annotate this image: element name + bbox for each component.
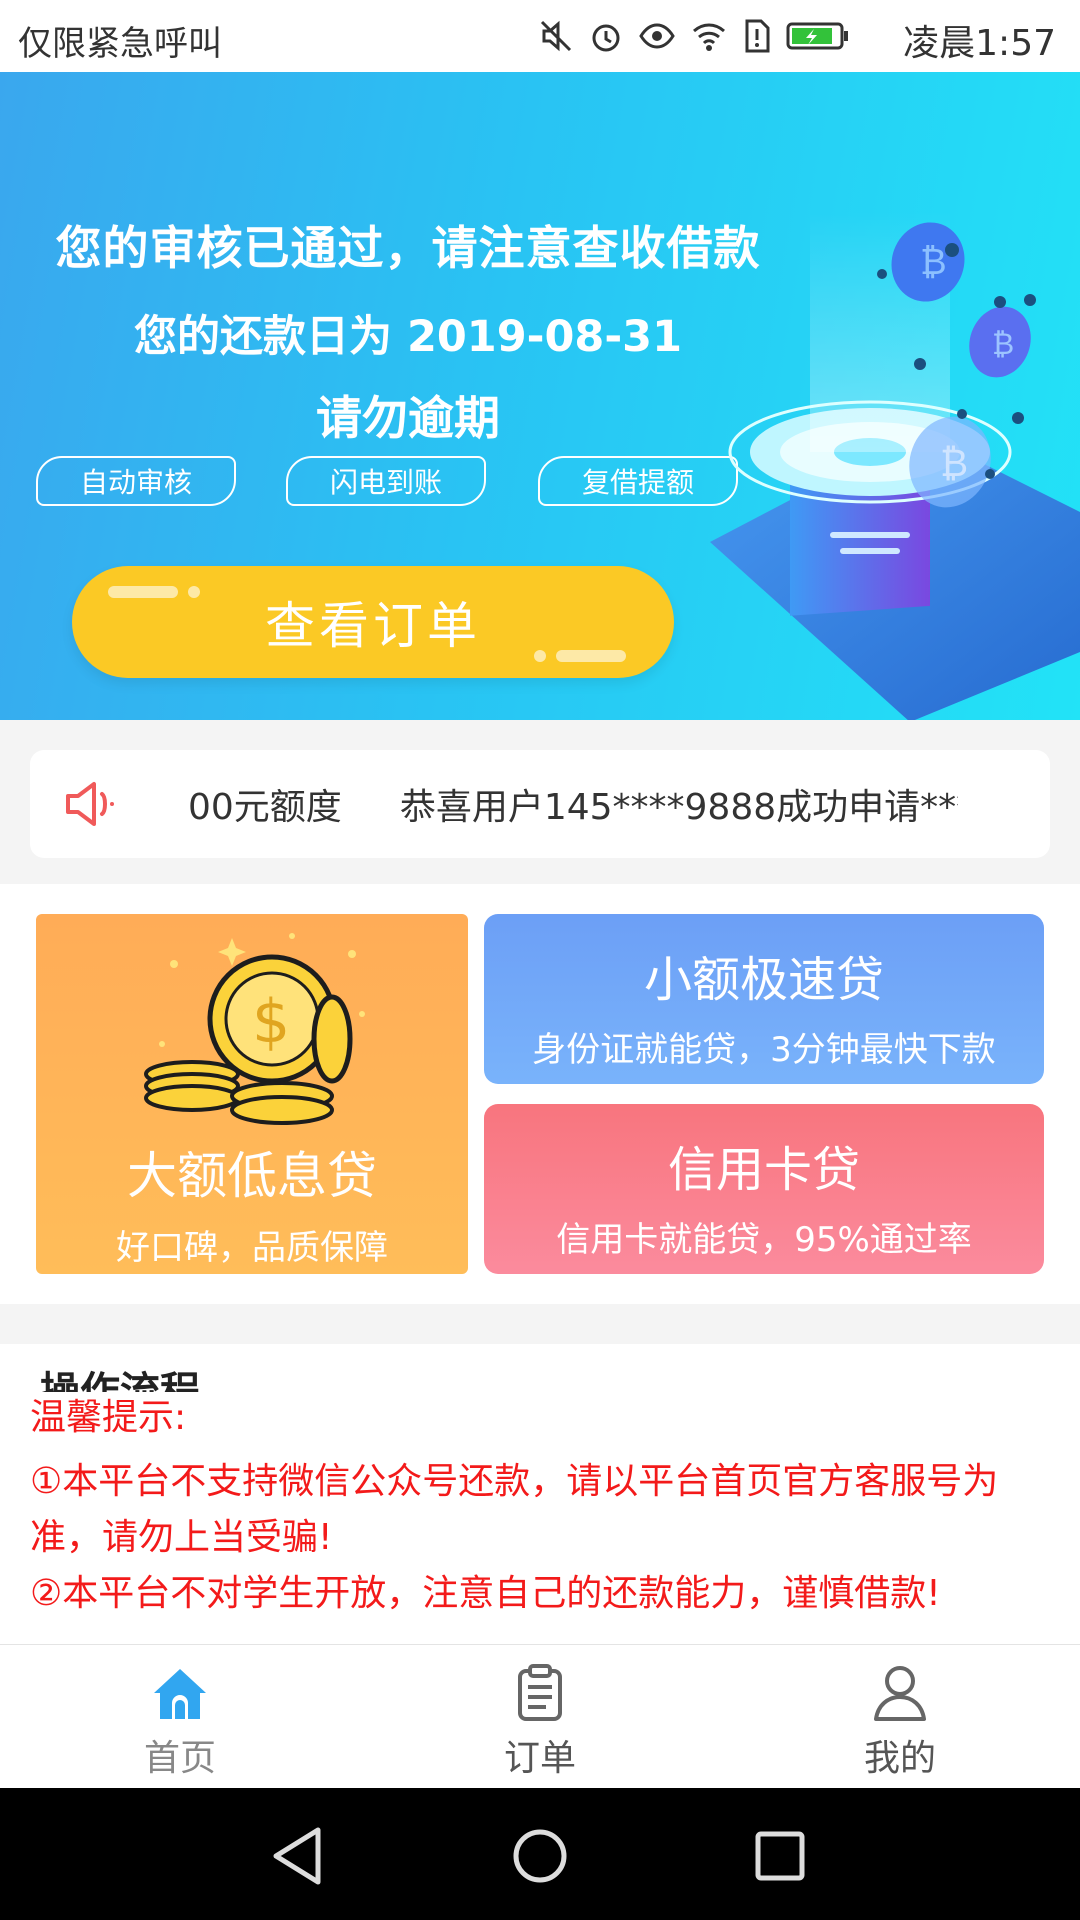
card-subtitle: 好口碑，品质保障 bbox=[116, 1228, 388, 1268]
tab-label: 首页 bbox=[143, 1738, 216, 1779]
eye-icon bbox=[639, 23, 675, 49]
small-fast-loan-card[interactable]: 小额极速贷 身份证就能贷，3分钟最快下款 bbox=[484, 914, 1044, 1084]
tab-mine[interactable]: 我的 bbox=[720, 1645, 1080, 1789]
process-heading: 操作流程 bbox=[40, 1369, 200, 1392]
card-title: 大额低息贷 bbox=[127, 1147, 377, 1205]
card-subtitle: 身份证就能贷，3分钟最快下款 bbox=[532, 1030, 996, 1070]
status-bar: 仅限紧急呼叫 凌晨1:57 bbox=[0, 0, 1080, 72]
loan-products: $ 大额低息贷 好口碑，品质保障 小额极速贷 身份证就能贷，3分钟最快下款 信用… bbox=[0, 884, 1080, 1304]
approval-message: 您的审核已通过，请注意查收借款 bbox=[55, 221, 761, 275]
recents-icon[interactable] bbox=[744, 1820, 816, 1892]
home-icon bbox=[154, 1669, 206, 1719]
alarm-icon bbox=[592, 24, 620, 52]
tab-label: 我的 bbox=[863, 1738, 936, 1779]
tip-item: ①本平台不支持微信公众号还款，请以平台首页官方客服号为准，请勿上当受骗! bbox=[30, 1461, 999, 1558]
mute-icon bbox=[540, 20, 572, 52]
overdue-warning: 请勿逾期 bbox=[316, 391, 500, 445]
tip-item: ②本平台不对学生开放，注意自己的还款能力，谨慎借款! bbox=[30, 1573, 941, 1614]
tag-auto-review: 自动审核 bbox=[36, 456, 236, 506]
clock: 凌晨1:57 bbox=[903, 23, 1056, 64]
tips-title: 温馨提示: bbox=[30, 1397, 187, 1438]
battery-charging-icon bbox=[786, 22, 848, 50]
svg-text:₿: ₿ bbox=[940, 441, 968, 485]
view-order-label: 查看订单 bbox=[265, 597, 481, 655]
sim-alert-icon bbox=[745, 19, 770, 53]
repayment-date-message: 您的还款日为 2019-08-31 bbox=[133, 312, 683, 362]
credit-card-loan-card[interactable]: 信用卡贷 信用卡就能贷，95%通过率 bbox=[484, 1104, 1044, 1274]
large-low-interest-loan-card[interactable]: $ 大额低息贷 好口碑，品质保障 bbox=[36, 914, 468, 1274]
tab-home[interactable]: 首页 bbox=[0, 1645, 360, 1789]
notice-section: 00元额度 恭喜用户145****9888成功申请***产 bbox=[0, 720, 1080, 884]
status-icons bbox=[538, 14, 850, 58]
marquee-text: 00元额度 恭喜用户145****9888成功申请***产 bbox=[188, 750, 958, 858]
card-title: 小额极速贷 bbox=[643, 952, 884, 1008]
tab-label: 订单 bbox=[503, 1738, 576, 1779]
bottom-tab-bar: 首页 订单 我的 bbox=[0, 1644, 1080, 1789]
tag-fast-arrival: 闪电到账 bbox=[286, 456, 486, 506]
wifi-icon bbox=[693, 23, 725, 51]
view-order-button[interactable]: 查看订单 bbox=[72, 566, 674, 678]
user-icon bbox=[874, 1666, 926, 1721]
carrier-text: 仅限紧急呼叫 bbox=[18, 24, 222, 64]
bitcoin-illustration: ₿ ₿ ₿ bbox=[710, 212, 1080, 720]
warm-tips: 温馨提示: ①本平台不支持微信公众号还款，请以平台首页官方客服号为准，请勿上当受… bbox=[30, 1390, 1050, 1622]
marquee-message: 00元额度 bbox=[188, 787, 342, 828]
svg-text:₿: ₿ bbox=[992, 327, 1014, 362]
back-icon[interactable] bbox=[262, 1820, 334, 1892]
announcement-marquee[interactable]: 00元额度 恭喜用户145****9888成功申请***产 bbox=[30, 750, 1050, 858]
gold-coins-icon: $ bbox=[144, 933, 365, 1125]
home-circle-icon[interactable] bbox=[504, 1820, 576, 1892]
speaker-icon bbox=[66, 782, 114, 826]
marquee-message: 恭喜用户145****9888成功申请***产 bbox=[399, 787, 958, 828]
svg-text:₿: ₿ bbox=[920, 242, 947, 283]
card-subtitle: 信用卡就能贷，95%通过率 bbox=[556, 1220, 972, 1260]
card-title: 信用卡贷 bbox=[667, 1142, 860, 1198]
clipboard-icon bbox=[518, 1664, 562, 1721]
system-navigation-bar bbox=[0, 1788, 1080, 1920]
tab-orders[interactable]: 订单 bbox=[360, 1645, 720, 1789]
hero-banner: 您的审核已通过，请注意查收借款 您的还款日为 2019-08-31 请勿逾期 自… bbox=[0, 72, 1080, 720]
svg-text:$: $ bbox=[252, 987, 290, 1057]
